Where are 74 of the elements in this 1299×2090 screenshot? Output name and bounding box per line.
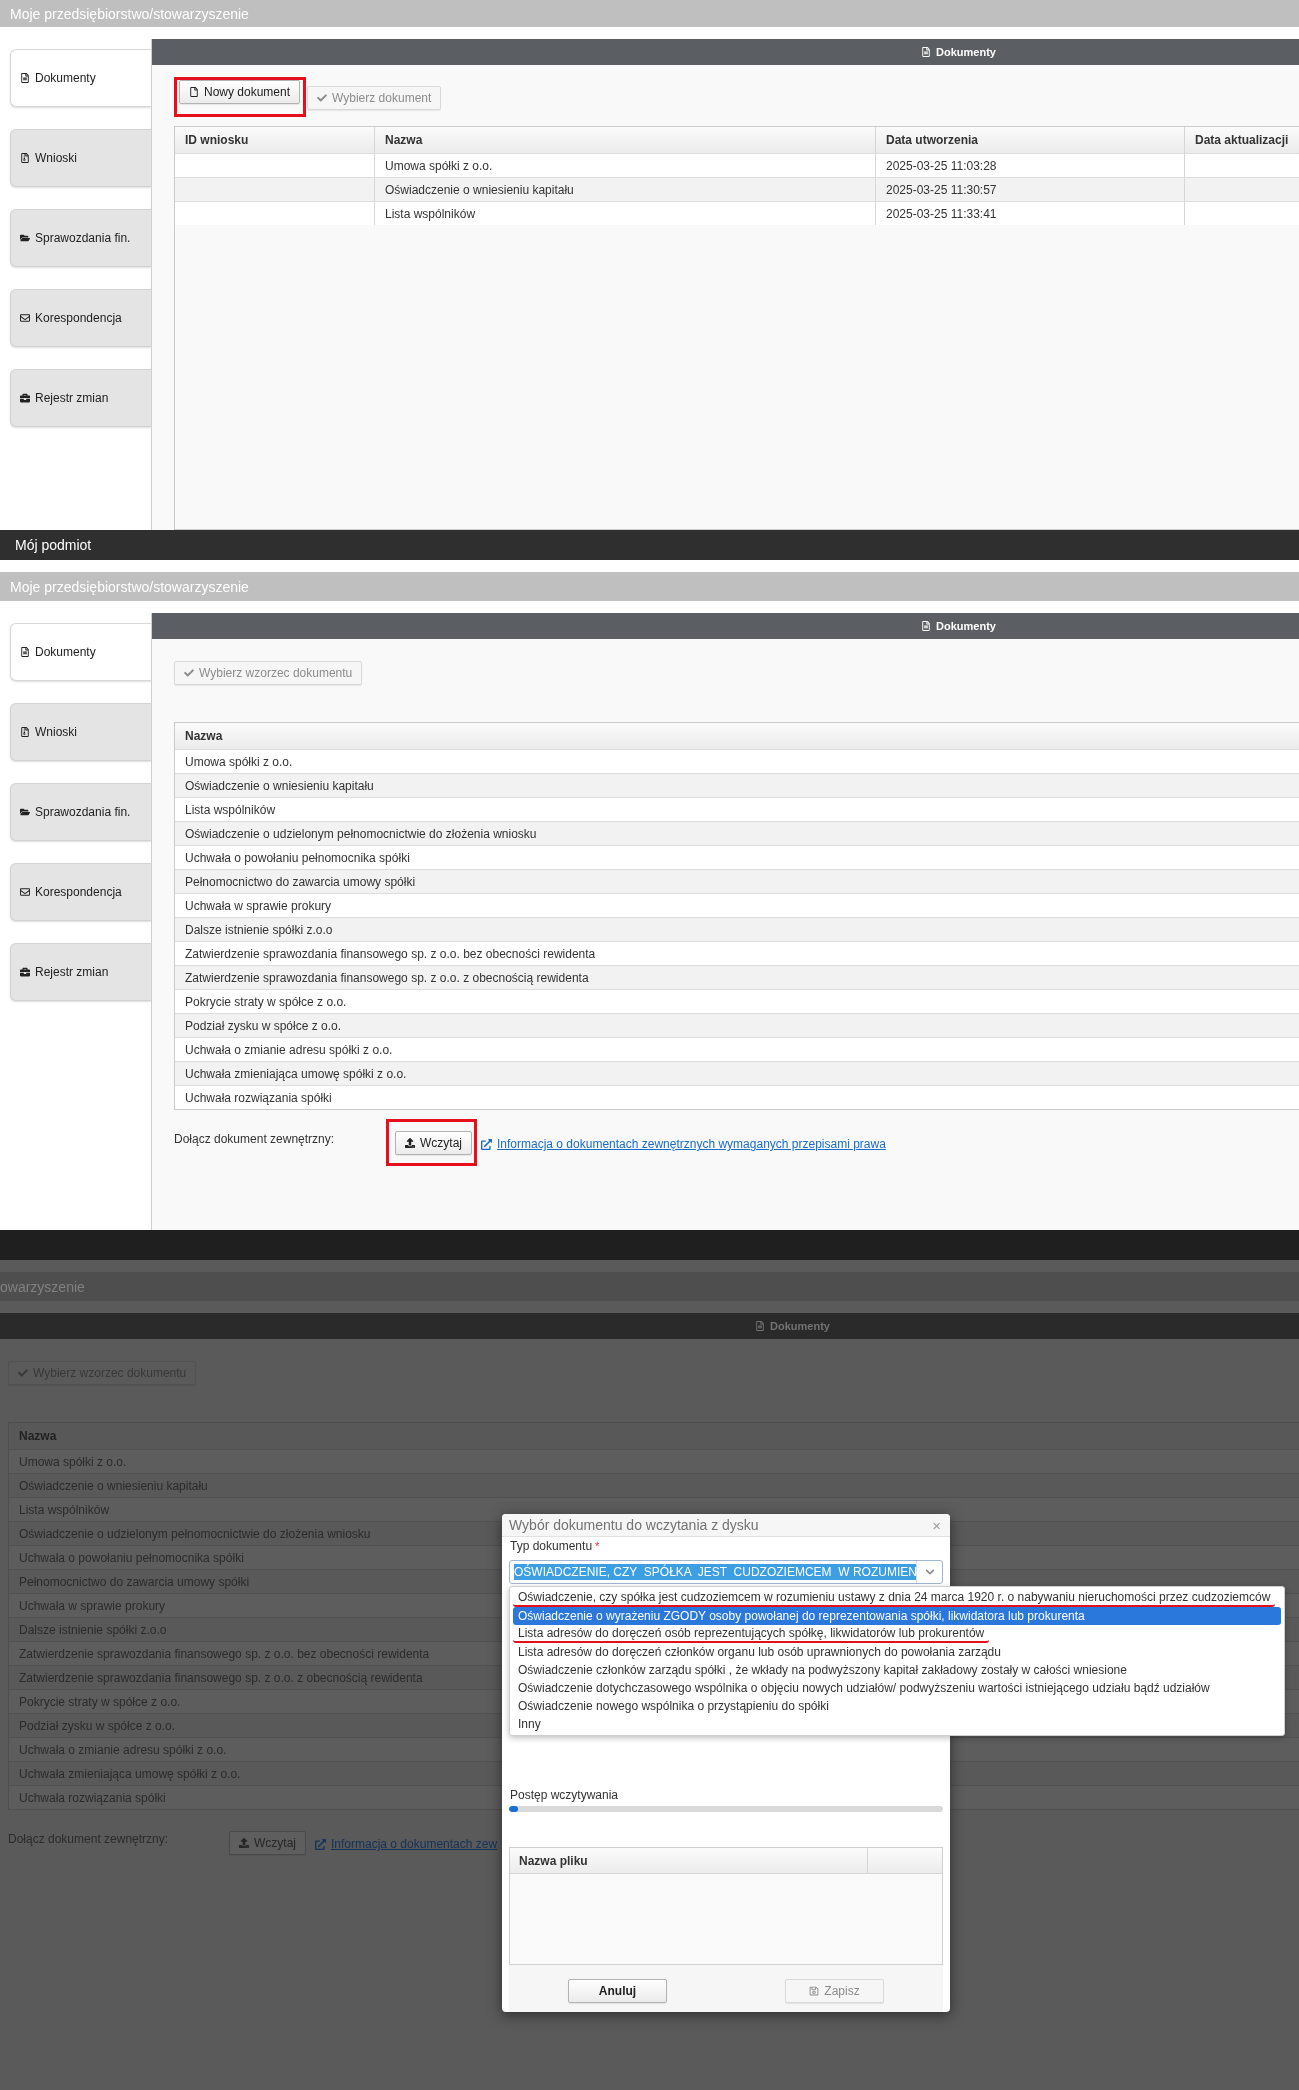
document-icon <box>921 47 932 57</box>
envelope-icon <box>20 887 30 897</box>
check-icon <box>317 93 328 103</box>
table-cell-text: Lista wspólników <box>184 801 277 819</box>
dropdown-option[interactable]: Oświadczenie członków zarządu spółki , że wkłady na podwyższony kapitał zakładowy zostały w całości wniesione <box>513 1661 1132 1679</box>
new-document-button[interactable]: Nowy dokument <box>179 80 301 104</box>
sidebar-tab[interactable]: Rejestr zmian <box>10 369 151 427</box>
dropdown-option[interactable]: Oświadczenie nowego wspólnika o przystąpieniu do spółki <box>513 1697 834 1715</box>
sidebar-tab[interactable]: Sprawozdania fin. <box>10 783 151 841</box>
sidebar-tab[interactable]: Wnioski <box>10 703 151 761</box>
dropdown-option[interactable]: Oświadczenie o wyrażeniu ZGODY osoby powołanej do reprezentowania spółki, likwidatora lub prokurenta <box>513 1607 1281 1625</box>
table-cell-text: Uchwała zmieniająca umowę spółki z o.o. <box>184 1065 408 1083</box>
external-link-icon <box>315 1838 326 1850</box>
folder-icon <box>20 233 30 243</box>
table-cell-text: Pokrycie straty w spółce z o.o. <box>184 993 348 1011</box>
upload-button[interactable]: Wczytaj <box>395 1131 472 1155</box>
file-icon <box>189 87 199 97</box>
upload-icon <box>239 1838 249 1848</box>
top-bar: Mój podmiot <box>0 530 1299 560</box>
sidebar-tab[interactable]: Korespondencja <box>10 863 151 921</box>
info-link[interactable]: Informacja o dokumentach zewnętrznych wymaganych przepisami prawa <box>481 1137 886 1151</box>
briefcase-icon <box>20 393 30 403</box>
file-archive-icon <box>20 727 30 737</box>
field-label: Typ dokumentu <box>510 1539 593 1553</box>
external-link-icon <box>481 1138 492 1150</box>
folder-icon <box>20 807 30 817</box>
dialog-title: Wybór dokumentu do wczytania z dysku <box>509 1517 759 1533</box>
dropdown-option[interactable]: Lista adresów do doręczeń członków organu lub osób uprawnionych do powołania zarządu <box>513 1643 1006 1661</box>
table-cell-text: Oświadczenie o udzielonym pełnomocnictwie do złożenia wniosku <box>184 825 538 843</box>
page-title-bar: Moje przedsiębiorstwo/stowarzyszenie <box>0 0 1299 27</box>
table-cell-text: Dalsze istnienie spółki z.o.o <box>184 921 334 939</box>
sidebar-tab[interactable]: Dokumenty <box>10 623 151 681</box>
sidebar-tab[interactable]: Rejestr zmian <box>10 943 151 1001</box>
page-title-bar: Moje przedsiębiorstwo/stowarzyszenie <box>0 572 1299 601</box>
save-icon <box>809 1986 820 1996</box>
dropdown-option[interactable]: Oświadczenie dotychczasowego wspólnika o objęciu nowych udziałów/ podwyższeniu wartości istniejącego udziału bądź udziałów <box>513 1679 1215 1697</box>
sidebar-tab[interactable]: Sprawozdania fin. <box>10 209 151 267</box>
table-cell: 2025-03-25 11:33:41 <box>876 202 1185 225</box>
check-icon <box>184 668 194 678</box>
sidebar-tab[interactable]: Dokumenty <box>10 49 151 107</box>
table-cell: Lista wspólników <box>375 202 876 225</box>
document-icon <box>921 621 932 631</box>
sidebar-tab[interactable]: Korespondencja <box>10 289 151 347</box>
chevron-down-icon <box>924 1567 935 1577</box>
table-cell-text: Oświadczenie o wniesieniu kapitału <box>184 777 375 795</box>
document-icon <box>755 1321 766 1331</box>
cancel-button[interactable]: Anuluj <box>568 1979 667 2003</box>
upload-icon <box>405 1138 415 1148</box>
table-cell-text: Uchwała o zmianie adresu spółki z o.o. <box>184 1041 394 1059</box>
document-icon <box>20 73 30 83</box>
column-header: Nazwa <box>184 728 224 745</box>
table-cell-text: Uchwała o powołaniu pełnomocnika spółki <box>184 849 411 867</box>
dropdown-option[interactable]: Lista adresów do doręczeń osób reprezentujących spółkę, likwidatorów lub prokurentów <box>513 1625 990 1643</box>
progress-label: Postęp wczytywania <box>509 1788 619 1802</box>
envelope-icon <box>20 313 30 323</box>
column-header: Nazwa pliku <box>510 1848 868 1873</box>
file-archive-icon <box>20 153 30 163</box>
briefcase-icon <box>20 967 30 977</box>
dropdown-option[interactable]: Inny <box>513 1715 546 1733</box>
table-cell-text: Zatwierdzenie sprawozdania finansowego sp. z o.o. z obecnością rewidenta <box>184 969 590 987</box>
attach-label: Dołącz dokument zewnętrzny: <box>174 1131 336 1146</box>
table-cell-text: Uchwała w sprawie prokury <box>184 897 333 915</box>
table-cell-text: Podział zysku w spółce z o.o. <box>184 1017 343 1035</box>
check-icon <box>18 1368 28 1378</box>
table-cell-text: Pełnomocnictwo do zawarcia umowy spółki <box>184 873 417 891</box>
table-cell-text: Uchwała rozwiązania spółki <box>184 1089 333 1107</box>
table-cell-text: Umowa spółki z o.o. <box>184 753 294 771</box>
table-cell-text: Zatwierdzenie sprawozdania finansowego sp. z o.o. bez obecności rewidenta <box>184 945 597 963</box>
sidebar-tab[interactable]: Wnioski <box>10 129 151 187</box>
document-icon <box>20 647 30 657</box>
panel-title: Dokumenty <box>770 1319 830 1333</box>
panel-title: Dokumenty <box>936 619 996 633</box>
required-mark: * <box>595 1539 600 1553</box>
panel-title: Dokumenty <box>936 45 996 59</box>
